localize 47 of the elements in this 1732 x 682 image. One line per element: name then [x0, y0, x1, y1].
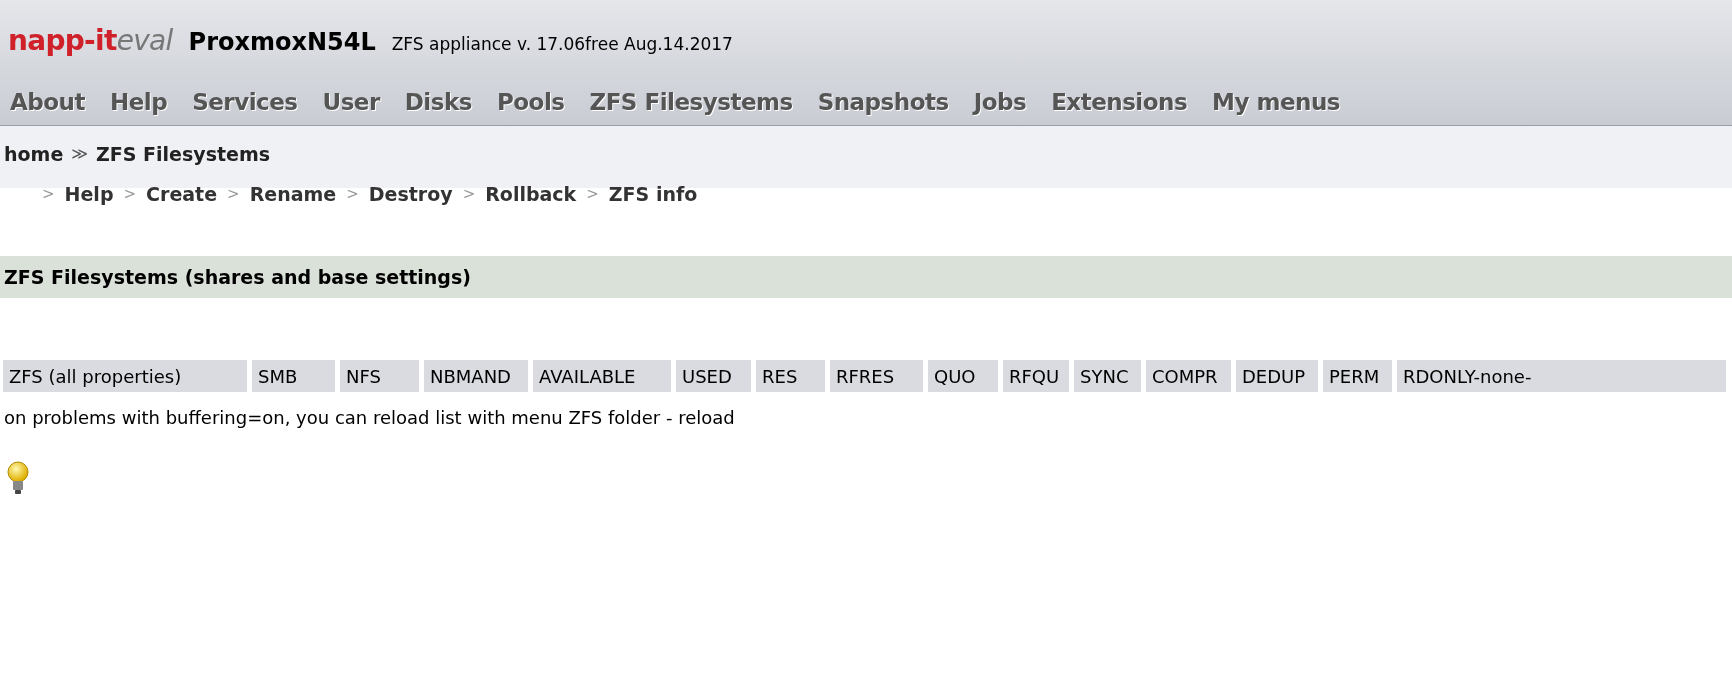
submenu-separator: > [227, 183, 240, 205]
column-header: SYNC [1074, 360, 1141, 392]
breadcrumb-separator: ≫ [71, 143, 88, 165]
submenu-link[interactable]: Rollback [485, 179, 577, 209]
submenu-separator: > [346, 183, 359, 205]
column-header: SMB [252, 360, 335, 392]
lightbulb-icon [6, 461, 30, 495]
submenu-link[interactable]: Destroy [368, 179, 453, 209]
menu-item[interactable]: User [322, 84, 380, 119]
column-header: AVAILABLE [533, 360, 671, 392]
column-header: DEDUP [1236, 360, 1318, 392]
submenu-link[interactable]: Help [64, 179, 114, 209]
column-header: NBMAND [424, 360, 528, 392]
menu-item[interactable]: Help [109, 84, 168, 119]
column-header: USED [676, 360, 751, 392]
menu-item[interactable]: Jobs [973, 84, 1027, 119]
submenu-separator: > [42, 183, 55, 205]
menu-item[interactable]: ZFS Filesystems [589, 84, 793, 119]
submenu-link[interactable]: ZFS info [608, 179, 698, 209]
hostname: ProxmoxN54L [188, 27, 376, 58]
menu-item[interactable]: My menus [1212, 84, 1340, 119]
section-title: ZFS Filesystems (shares and base settings) [0, 256, 1732, 298]
menu-item[interactable]: Extensions [1051, 84, 1188, 119]
column-header: NFS [340, 360, 419, 392]
menu-item[interactable]: Snapshots [817, 84, 949, 119]
column-header: RES [756, 360, 825, 392]
version-text: ZFS appliance v. 17.06free Aug.14.2017 [391, 33, 733, 56]
menu-item[interactable]: About [10, 84, 85, 119]
menu-item[interactable]: Services [192, 84, 298, 119]
logo: napp-iteval [8, 23, 173, 59]
breadcrumb-current: ZFS Filesystems [96, 141, 271, 167]
breadcrumb-link[interactable]: home [4, 139, 64, 169]
submenu-separator: > [586, 183, 599, 205]
submenu-separator: > [462, 183, 476, 205]
menu-item[interactable]: Pools [496, 84, 565, 119]
column-header: QUO [928, 360, 998, 392]
submenu-link[interactable]: Rename [249, 179, 337, 209]
menu-item[interactable]: Disks [404, 84, 472, 119]
column-header: RFQU [1003, 360, 1069, 392]
column-header: ZFS (all properties) [3, 360, 247, 392]
submenu-link[interactable]: Create [146, 179, 218, 209]
column-header: RDONLY-none- [1397, 360, 1726, 392]
submenu-separator: > [123, 183, 137, 205]
column-header: PERM [1323, 360, 1392, 392]
column-header: RFRES [830, 360, 923, 392]
note-text: on problems with buffering=on, you can reload list with menu ZFS folder - reload [3, 406, 736, 430]
column-header: COMPR [1146, 360, 1231, 392]
